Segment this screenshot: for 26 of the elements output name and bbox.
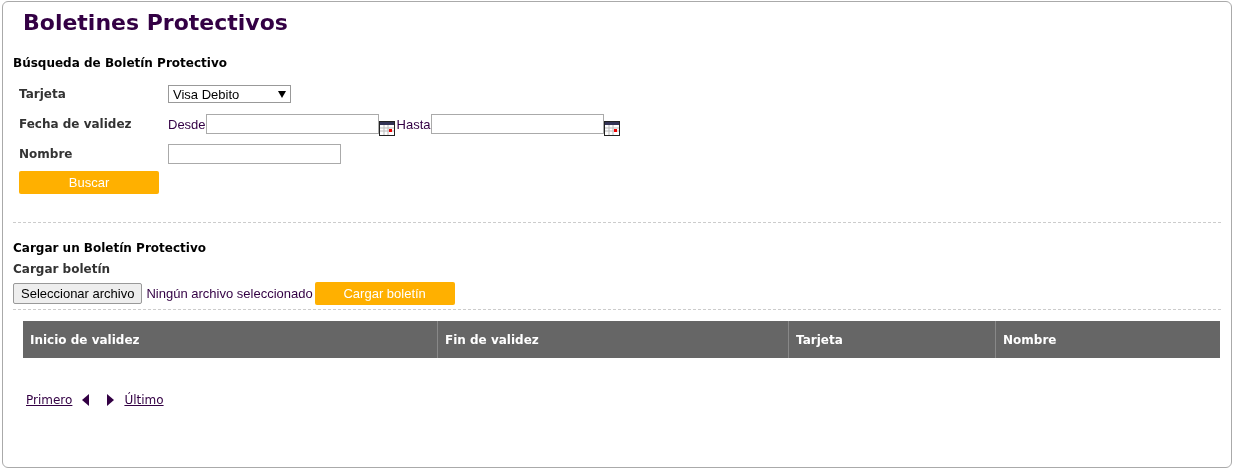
field-label: Tarjeta	[19, 87, 67, 101]
name-field[interactable]	[168, 144, 341, 164]
calendar-icon[interactable]	[378, 120, 395, 136]
field-label: Fecha de validez	[19, 117, 133, 131]
previous-icon[interactable]	[82, 394, 90, 406]
choose-file-button[interactable]: Seleccionar archivo	[13, 283, 143, 304]
date-field[interactable]	[205, 114, 379, 134]
field-label: Cargar boletín	[13, 262, 112, 276]
file-status: Ningún archivo seleccionado	[146, 286, 313, 301]
card-dropdown[interactable]: Visa Debito	[168, 85, 291, 103]
column-header: Nombre	[995, 321, 1220, 358]
field-label: Hasta	[396, 116, 431, 132]
column-header: Tarjeta	[788, 321, 995, 358]
section-heading: Cargar un Boletín Protectivo	[13, 241, 207, 256]
next-icon[interactable]	[107, 394, 115, 406]
field-label: Nombre	[19, 147, 74, 161]
field-label: Desde	[168, 116, 206, 132]
first-page-link[interactable]: Primero	[26, 393, 73, 407]
caret-icon	[278, 90, 286, 98]
column-header: Inicio de validez	[29, 331, 141, 349]
page-title: Boletines Protectivos	[23, 9, 289, 37]
calendar-icon[interactable]	[603, 120, 620, 136]
date-field[interactable]	[430, 114, 604, 134]
last-page-link[interactable]: Último	[124, 393, 164, 407]
column-header: Fin de validez	[437, 321, 788, 358]
section-heading: Búsqueda de Boletín Protectivo	[13, 56, 228, 71]
